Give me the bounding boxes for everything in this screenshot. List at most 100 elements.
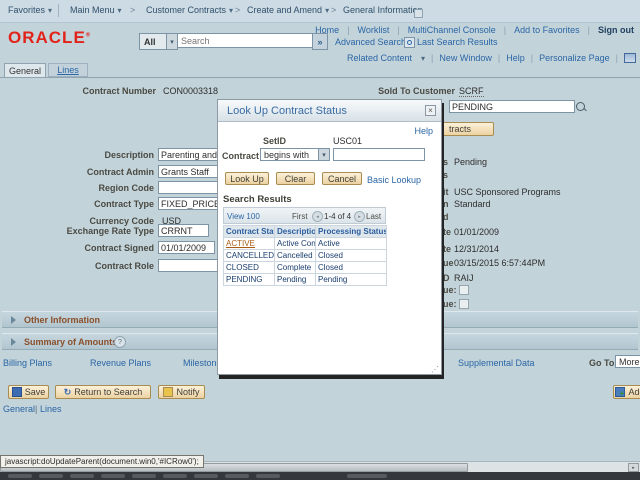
previous-page-icon[interactable]: ◂ (312, 211, 323, 222)
result-cell[interactable]: Active (316, 238, 387, 250)
contract-number-label: Contract Number (6, 86, 156, 96)
goto-select-value: More (616, 357, 640, 367)
status-value: Pending (454, 157, 487, 167)
add-to-favorites-link[interactable]: Add to Favorites (514, 25, 580, 35)
divider: | (35, 404, 37, 414)
next-page-icon[interactable]: ▸ (354, 211, 365, 222)
result-closed-link[interactable]: CLOSED (224, 262, 275, 274)
view-100-link[interactable]: View 100 (227, 212, 260, 221)
result-cell[interactable]: Complete (275, 262, 316, 274)
status-label-fragment: s (443, 157, 448, 167)
lookup-magnifier-icon[interactable] (576, 102, 585, 111)
taskbar-item (256, 474, 280, 478)
results-header-row: Contract Status Description Processing S… (224, 226, 387, 238)
footer-general-link[interactable]: General (3, 404, 35, 414)
resize-handle-icon[interactable]: ⋰ (431, 365, 439, 374)
result-cell[interactable]: Pending (275, 274, 316, 286)
business-unit-value: USC Sponsored Programs (454, 187, 561, 197)
clear-button[interactable]: Clear (276, 172, 315, 185)
sold-to-customer-value[interactable]: SCRF (459, 86, 484, 97)
scroll-right-icon[interactable]: ▸ (628, 463, 639, 472)
supplemental-data-link[interactable]: Supplemental Data (458, 358, 535, 368)
flag-checkbox[interactable] (459, 285, 469, 295)
first-link[interactable]: First (292, 212, 308, 221)
divider (58, 4, 59, 17)
lookup-button[interactable]: Look Up (225, 172, 269, 185)
column-processing-status[interactable]: Processing Status (316, 226, 387, 238)
sign-out-link[interactable]: Sign out (598, 25, 634, 35)
add-button[interactable]: Add (613, 385, 640, 399)
tab-lines[interactable]: Lines (48, 63, 88, 77)
return-to-search-label: Return to Search (74, 387, 142, 397)
return-to-search-button[interactable]: ↻ Return to Search (55, 385, 151, 399)
multichannel-console-link[interactable]: MultiChannel Console (408, 25, 496, 35)
contract-signed-input[interactable] (158, 241, 215, 254)
contracts-button-fragment[interactable]: tracts (441, 122, 494, 136)
footer-lines-link[interactable]: Lines (40, 404, 62, 414)
contract-signed-label: Contract Signed (4, 243, 154, 253)
goto-select[interactable]: More (615, 355, 640, 368)
setid-label: SetID (263, 136, 286, 146)
basic-lookup-link[interactable]: Basic Lookup (367, 175, 421, 185)
breadcrumb-general-information: General Information (343, 5, 423, 15)
advanced-search-link[interactable]: Advanced Search (335, 37, 406, 47)
menu-main-menu[interactable]: Main Menu▾ (70, 5, 122, 15)
table-row: CLOSED Complete Closed (224, 262, 387, 274)
peoplesoft-contract-page: Favorites▾ Main Menu▾ > Customer Contrac… (0, 0, 640, 480)
row-range: 1-4 of 4 (324, 212, 351, 221)
search-results-heading: Search Results (223, 194, 292, 205)
search-go-button[interactable]: » (312, 33, 328, 50)
last-search-results-link[interactable]: Last Search Results (417, 37, 498, 47)
taskbar-item (101, 474, 125, 478)
new-window-link[interactable]: New Window (439, 53, 492, 63)
result-active[interactable]: ACTIVE (224, 238, 275, 250)
result-cell[interactable]: Closed (316, 250, 387, 262)
divider: | (347, 25, 349, 35)
result-pending-link[interactable]: PENDING (224, 274, 275, 286)
result-active-link[interactable]: ACTIVE (226, 239, 255, 248)
result-cancelled-link[interactable]: CANCELLED (224, 250, 275, 262)
chevron-down-icon[interactable]: ▾ (166, 34, 177, 49)
personalize-page-link[interactable]: Personalize Page (539, 53, 610, 63)
menu-favorites[interactable]: Favorites▾ (8, 5, 52, 15)
personalize-grid-icon[interactable] (624, 53, 636, 63)
results-table: Contract Status Description Processing S… (223, 225, 387, 286)
search-scope-select[interactable]: All ▾ (139, 33, 178, 50)
revenue-plans-link[interactable]: Revenue Plans (90, 358, 151, 368)
region-code-input[interactable] (158, 181, 223, 194)
user-id-label-fragment: D (443, 273, 450, 283)
expand-arrow-icon (11, 338, 16, 346)
last-link[interactable]: Last (366, 212, 381, 221)
divider: | (504, 25, 506, 35)
breadcrumb-customer-contracts[interactable]: Customer Contracts▾ (146, 5, 233, 15)
operator-select[interactable]: begins with ▾ (260, 148, 330, 161)
result-cell[interactable]: Cancelled (275, 250, 316, 262)
result-cell[interactable]: Active Contract (275, 238, 316, 250)
breadcrumb-create-and-amend[interactable]: Create and Amend▾ (247, 5, 329, 15)
result-cell[interactable]: Closed (316, 262, 387, 274)
contract-status-search-input[interactable] (333, 148, 425, 161)
divider: | (431, 53, 433, 63)
close-icon[interactable]: × (425, 105, 436, 116)
related-content-link[interactable]: Related Content (347, 53, 412, 63)
oracle-logo-text: ORACLE (8, 28, 86, 47)
help-link[interactable]: Help (506, 53, 525, 63)
help-icon[interactable]: ? (114, 336, 126, 348)
breadcrumb-separator-icon: > (331, 5, 336, 15)
exchange-rate-type-input[interactable] (158, 224, 209, 237)
column-description[interactable]: Description (275, 226, 316, 238)
dialog-titlebar[interactable]: Look Up Contract Status × (218, 100, 441, 122)
notify-button[interactable]: Notify (158, 385, 205, 399)
billing-plans-link[interactable]: Billing Plans (3, 358, 52, 368)
flag-checkbox[interactable] (459, 299, 469, 309)
search-input[interactable] (177, 33, 315, 48)
worklist-link[interactable]: Worklist (358, 25, 390, 35)
cancel-button[interactable]: Cancel (322, 172, 362, 185)
result-cell[interactable]: Pending (316, 274, 387, 286)
chevron-down-icon[interactable]: ▾ (318, 149, 329, 160)
save-button[interactable]: Save (8, 385, 49, 399)
dialog-help-link[interactable]: Help (414, 126, 433, 136)
column-contract-status[interactable]: Contract Status (224, 226, 275, 238)
tab-general[interactable]: General (4, 63, 46, 78)
contract-status-input[interactable] (449, 100, 575, 113)
